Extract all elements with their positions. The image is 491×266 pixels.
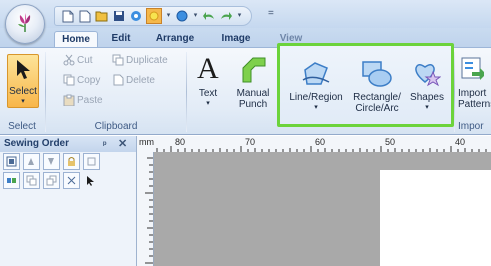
dropdown-arrow-icon: ▾	[425, 104, 429, 111]
paste-label: Paste	[77, 94, 103, 106]
group-label-clipboard: Clipboard	[94, 121, 138, 132]
copy-button[interactable]: Copy	[63, 73, 100, 87]
application-button[interactable]	[5, 4, 45, 44]
pin-icon[interactable]: ᵖ	[103, 136, 107, 152]
patterns-label: Patterns	[458, 99, 491, 110]
select-button[interactable]: Select ▾	[7, 54, 39, 108]
title-bar: ▾ ▾ ▾ =	[0, 0, 491, 28]
punch-label: Punch	[238, 99, 268, 110]
import-label: Import	[458, 88, 487, 99]
manual-punch-button[interactable]: Manual Punch	[232, 54, 274, 116]
vertical-ruler	[137, 152, 154, 266]
shapes-button[interactable]: Shapes ▾	[404, 56, 450, 118]
dropdown-arrow-icon[interactable]: ▾	[192, 9, 199, 23]
dropdown-arrow-icon: ▾	[21, 98, 25, 105]
panel-title: Sewing Order	[4, 138, 70, 149]
close-icon[interactable]: ✕	[118, 136, 127, 152]
dropdown-arrow-icon[interactable]: ▾	[236, 9, 243, 23]
delete-button[interactable]: Delete	[112, 73, 155, 87]
new-document-icon[interactable]	[61, 9, 75, 23]
circle-arc-label: Circle/Arc	[355, 103, 399, 114]
duplicate-button[interactable]: Duplicate	[112, 53, 168, 67]
panel-toolbar-row-1	[0, 152, 136, 171]
divider	[186, 52, 187, 132]
ruler-ticks	[145, 157, 153, 264]
copy-icon	[63, 74, 75, 86]
undo-icon[interactable]	[202, 9, 216, 23]
layer-up-icon[interactable]	[23, 172, 40, 189]
layer-down-icon[interactable]	[43, 172, 60, 189]
tab-home[interactable]: Home	[54, 31, 98, 48]
dropdown-arrow-icon[interactable]: ▾	[165, 9, 172, 23]
record-icon[interactable]	[175, 9, 189, 23]
cut-button[interactable]: Cut	[63, 53, 93, 67]
import-icon	[461, 57, 484, 80]
divider	[454, 52, 455, 132]
group-label-select: Select	[8, 121, 36, 132]
horizontal-ruler: mm 80 70 60 50 40	[137, 136, 491, 153]
scissors-icon[interactable]	[63, 172, 80, 189]
view-icon[interactable]	[3, 153, 20, 170]
line-region-icon	[302, 62, 330, 85]
line-region-button[interactable]: Line/Region ▾	[285, 56, 347, 118]
arrow-cursor-icon	[17, 60, 30, 79]
tab-arrange[interactable]: Arrange	[148, 31, 202, 47]
panel-toolbar-row-2	[0, 171, 136, 190]
tab-edit[interactable]: Edit	[104, 31, 138, 47]
paste-button[interactable]: Paste	[63, 93, 103, 107]
scissors-icon	[63, 54, 75, 66]
manual-punch-icon	[242, 57, 266, 83]
quick-access-toolbar: ▾ ▾ ▾	[54, 6, 252, 26]
color-wheel-icon[interactable]	[129, 9, 143, 23]
manual-label: Manual	[236, 88, 270, 99]
dropdown-arrow-icon: ▾	[206, 100, 210, 107]
rectangle-circle-icon	[362, 61, 392, 87]
save-icon[interactable]	[112, 9, 126, 23]
color-bar-icon[interactable]	[3, 172, 20, 189]
rectangle-circle-arc-button[interactable]: Rectangle/ Circle/Arc	[348, 56, 406, 118]
import-patterns-button[interactable]: Import Patterns	[456, 54, 491, 116]
design-page[interactable]	[380, 170, 491, 266]
customize-toolbar[interactable]: =	[268, 8, 274, 19]
flower-logo-icon	[18, 13, 31, 32]
cut-label: Cut	[77, 54, 93, 66]
open-folder-icon[interactable]	[95, 9, 109, 23]
copy-label: Copy	[77, 74, 101, 86]
rectangle-label: Rectangle/	[353, 92, 401, 103]
ruler-ticks	[156, 146, 487, 152]
text-button[interactable]: A Text ▾	[192, 52, 224, 116]
clipboard-icon	[63, 94, 75, 106]
delete-icon	[113, 74, 124, 86]
blank-page-icon[interactable]	[78, 9, 92, 23]
lock-icon[interactable]	[63, 153, 80, 170]
redo-icon[interactable]	[219, 9, 233, 23]
heart-star-icon	[415, 64, 441, 87]
tab-image[interactable]: Image	[214, 31, 258, 47]
frame-icon[interactable]	[83, 153, 100, 170]
sort-down-icon[interactable]	[43, 153, 60, 170]
highlighted-shapes-group: Line/Region ▾ Rectangle/ Circle/Arc Shap…	[277, 43, 454, 127]
arrow-cursor-icon[interactable]	[83, 173, 98, 188]
panel-title-bar: Sewing Order ᵖ ✕	[0, 136, 136, 152]
sun-icon[interactable]	[146, 8, 162, 24]
duplicate-icon	[112, 54, 124, 66]
letter-a-icon: A	[197, 52, 219, 85]
sort-up-icon[interactable]	[23, 153, 40, 170]
dropdown-arrow-icon: ▾	[314, 104, 318, 111]
delete-label: Delete	[126, 74, 155, 86]
sewing-order-panel: Sewing Order ᵖ ✕	[0, 136, 137, 266]
duplicate-label: Duplicate	[126, 54, 168, 66]
group-label-import: Impor	[458, 121, 484, 132]
